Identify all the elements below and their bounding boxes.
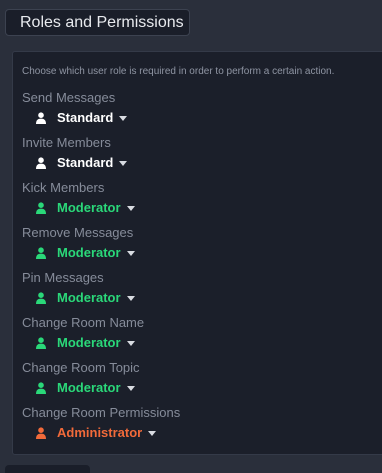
role-value: Standard (57, 155, 114, 170)
permissions-panel: Choose which user role is required in or… (12, 51, 382, 455)
permission-label: Kick Members (22, 180, 105, 195)
permission-label: Send Messages (22, 90, 116, 105)
role-dropdown[interactable]: Standard (35, 155, 372, 171)
role-dropdown[interactable]: Moderator (35, 380, 372, 396)
user-icon (36, 382, 46, 394)
permission-row: Send Messages Standard (22, 90, 372, 126)
user-icon (36, 337, 46, 349)
permission-label: Change Room Name (22, 315, 145, 330)
user-icon (36, 427, 46, 439)
user-icon (36, 112, 46, 124)
role-dropdown[interactable]: Administrator (35, 425, 372, 441)
caret-down-icon (126, 250, 135, 256)
permission-label: Remove Messages (22, 225, 134, 240)
permission-row: Change Room Topic Moderator (22, 360, 372, 396)
role-dropdown[interactable]: Standard (35, 110, 372, 126)
permission-row: Kick Members Moderator (22, 180, 372, 216)
page-title: Roles and Permissions (20, 13, 184, 31)
user-icon (36, 292, 46, 304)
permissions-description: Choose which user role is required in or… (22, 66, 335, 77)
caret-down-icon (126, 295, 135, 301)
caret-down-icon (119, 115, 128, 121)
permission-label: Change Room Topic (22, 360, 140, 375)
role-value: Moderator (57, 290, 121, 305)
permission-label: Invite Members (22, 135, 111, 150)
next-section-tab (5, 465, 90, 473)
user-icon (36, 157, 46, 169)
permission-label: Change Room Permissions (22, 405, 181, 420)
role-value: Moderator (57, 335, 121, 350)
role-value: Standard (57, 110, 114, 125)
role-value: Moderator (57, 245, 121, 260)
caret-down-icon (126, 340, 135, 346)
role-value: Moderator (57, 380, 121, 395)
permission-row: Change Room Permissions Administrator (22, 405, 372, 441)
permission-label: Pin Messages (22, 270, 104, 285)
role-dropdown[interactable]: Moderator (35, 290, 372, 306)
user-icon (36, 247, 46, 259)
role-value: Administrator (57, 425, 143, 440)
caret-down-icon (119, 160, 128, 166)
roles-permissions-header: Roles and Permissions (5, 9, 190, 36)
permission-row: Invite Members Standard (22, 135, 372, 171)
caret-down-icon (126, 205, 135, 211)
permission-row: Pin Messages Moderator (22, 270, 372, 306)
user-icon (36, 202, 46, 214)
caret-down-icon (126, 385, 135, 391)
permission-row: Change Room Name Moderator (22, 315, 372, 351)
role-dropdown[interactable]: Moderator (35, 245, 372, 261)
role-dropdown[interactable]: Moderator (35, 335, 372, 351)
role-dropdown[interactable]: Moderator (35, 200, 372, 216)
caret-down-icon (148, 430, 157, 436)
permission-row: Remove Messages Moderator (22, 225, 372, 261)
role-value: Moderator (57, 200, 121, 215)
